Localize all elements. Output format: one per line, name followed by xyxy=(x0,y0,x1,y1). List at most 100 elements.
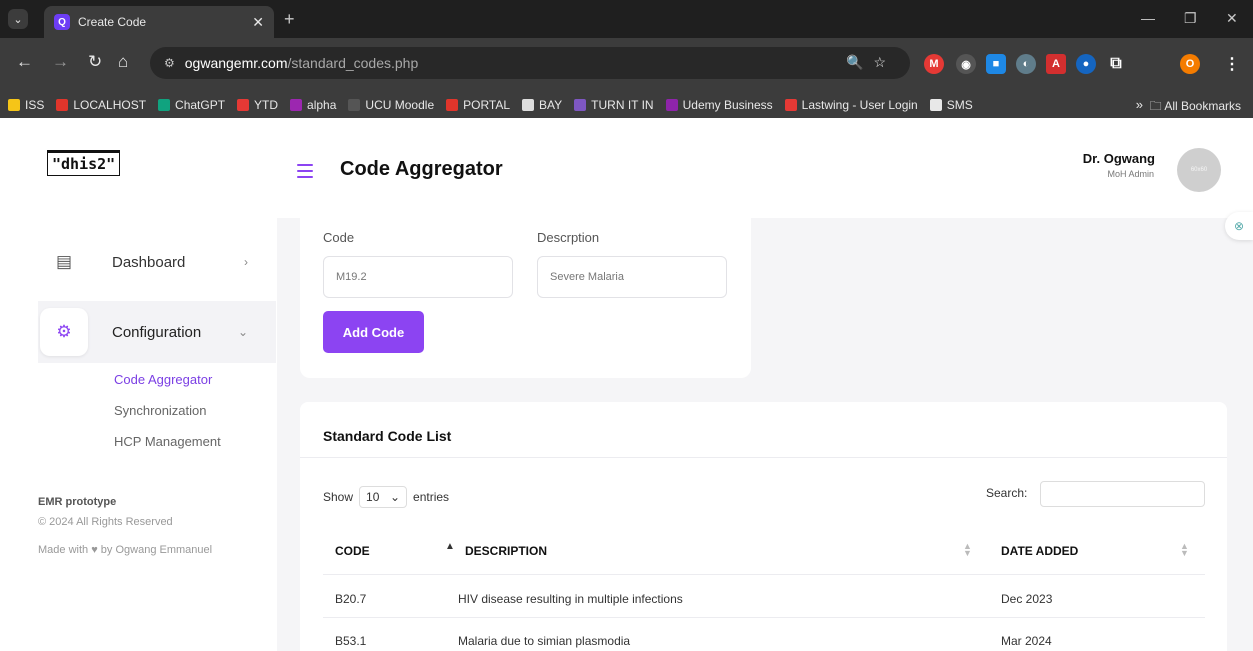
code-input[interactable]: M19.2 xyxy=(323,256,513,298)
atom-icon xyxy=(290,99,303,111)
bookmark-label: alpha xyxy=(307,98,337,112)
sidebar-item-dashboard[interactable]: ▤ Dashboard › xyxy=(38,231,276,293)
chevron-right-icon: › xyxy=(244,255,248,269)
bookmark-label: UCU Moodle xyxy=(365,98,435,112)
site-info-icon[interactable]: ⚙ xyxy=(164,56,175,70)
sort-asc-icon[interactable]: ▲ xyxy=(445,541,455,552)
download-icon xyxy=(237,99,250,111)
extension-icon-1[interactable]: M xyxy=(924,54,944,74)
sidebar-subitem-hcp-management[interactable]: HCP Management xyxy=(114,434,221,449)
extension-icon-2[interactable]: ◉ xyxy=(956,54,976,74)
all-bookmarks-button[interactable]: 🗀 All Bookmarks xyxy=(1150,97,1241,118)
extension-icon-4[interactable]: ◐ xyxy=(1016,54,1036,74)
bookmark-item[interactable]: LOCALHOST xyxy=(56,98,146,112)
bookmark-label: YTD xyxy=(254,98,279,112)
entries-value: 10 xyxy=(366,490,380,504)
reload-button[interactable]: ↻ xyxy=(88,52,102,72)
back-button[interactable]: ← xyxy=(16,52,33,72)
show-label: Show xyxy=(323,490,354,504)
all-bookmarks-label: All Bookmarks xyxy=(1164,99,1241,113)
site-favicon: Q xyxy=(54,14,70,30)
extension-icon-6[interactable]: ● xyxy=(1076,54,1096,74)
bookmark-item[interactable]: Udemy Business xyxy=(665,98,773,112)
chevron-down-icon: ⌄ xyxy=(237,325,248,339)
footer-copyright: © 2024 All Rights Reserved xyxy=(38,516,173,528)
browser-tab[interactable]: Q Create Code ✕ xyxy=(44,6,274,38)
row-divider xyxy=(323,574,1205,575)
sidebar-subitem-synchronization[interactable]: Synchronization xyxy=(114,403,207,418)
bookmark-item[interactable]: UCU Moodle xyxy=(348,98,434,112)
sidebar-item-configuration[interactable]: ⚙ Configuration ⌄ xyxy=(38,301,276,363)
close-window-button[interactable]: ✕ xyxy=(1226,10,1238,27)
zoom-and-bookmark-icons[interactable]: 🔍☆ xyxy=(846,54,896,71)
tab-close-icon[interactable]: ✕ xyxy=(252,14,264,31)
avatar[interactable]: 60x60 xyxy=(1177,148,1221,192)
bookmark-item[interactable]: BAY xyxy=(522,98,562,112)
floating-widget-icon[interactable]: ⊗ xyxy=(1225,212,1253,240)
add-code-form: Code Descrption M19.2 Severe Malaria Add… xyxy=(300,214,751,378)
footer-credits: Made with ♥ by Ogwang Emmanuel xyxy=(38,542,238,559)
column-header-date-added[interactable]: DATE ADDED xyxy=(1001,544,1078,558)
divider xyxy=(300,457,1227,458)
search-input[interactable] xyxy=(1040,481,1205,507)
browser-menu-icon[interactable]: ⋮ xyxy=(1222,54,1242,74)
column-header-code[interactable]: CODE xyxy=(335,544,370,558)
bookmark-item[interactable]: alpha xyxy=(290,98,336,112)
extension-icon-3[interactable]: ■ xyxy=(986,54,1006,74)
entries-length-control: Show 10 ⌄ entries xyxy=(323,486,449,508)
chevron-down-icon: ⌄ xyxy=(389,490,401,504)
bookmark-item[interactable]: Lastwing - User Login xyxy=(784,98,918,112)
sort-icon[interactable]: ▲ ▼ xyxy=(1180,542,1189,558)
browser-toolbar: ← → ↻ ⌂ ⚙ ogwangemr.com/standard_codes.p… xyxy=(0,38,1253,92)
page-title: Code Aggregator xyxy=(340,158,503,180)
cell-date: Mar 2024 xyxy=(1001,634,1052,648)
sidebar-subitem-code-aggregator[interactable]: Code Aggregator xyxy=(114,372,212,387)
bookmark-label: PORTAL xyxy=(463,98,511,112)
footer-made-suffix: by Ogwang Emmanuel xyxy=(100,544,213,556)
pdf-extension-icon[interactable]: A xyxy=(1046,54,1066,74)
sidebar: "dhis2" ▤ Dashboard › ⚙ Configuration ⌄ … xyxy=(0,118,277,651)
user-name[interactable]: Dr. Ogwang xyxy=(1083,151,1155,166)
bookmark-item[interactable]: YTD xyxy=(237,98,278,112)
bookmark-item[interactable]: ChatGPT xyxy=(158,98,225,112)
row-divider xyxy=(323,617,1205,618)
add-code-button[interactable]: Add Code xyxy=(323,311,424,353)
turnitin-icon xyxy=(574,99,587,111)
extensions-puzzle-icon[interactable]: ⧉ xyxy=(1106,54,1126,74)
page-header: Code Aggregator Dr. Ogwang MoH Admin 60x… xyxy=(277,118,1253,240)
minimize-button[interactable]: — xyxy=(1141,10,1155,26)
profile-avatar[interactable]: O xyxy=(1180,54,1200,74)
restore-button[interactable]: ❐ xyxy=(1184,10,1197,27)
standard-code-list: Standard Code List Show 10 ⌄ entries Sea… xyxy=(300,402,1227,651)
app-logo[interactable]: "dhis2" xyxy=(47,150,121,176)
sidebar-item-label: Configuration xyxy=(112,323,202,341)
bookmark-label: ISS xyxy=(25,98,45,112)
bookmark-item[interactable]: SMS xyxy=(929,98,973,112)
forward-button[interactable]: → xyxy=(52,52,69,72)
bookmark-label: Udemy Business xyxy=(682,98,773,112)
sort-icon[interactable]: ▲ ▼ xyxy=(963,542,972,558)
column-header-description[interactable]: DESCRIPTION xyxy=(465,544,547,558)
bookmark-label: TURN IT IN xyxy=(591,98,654,112)
cell-code: B20.7 xyxy=(335,592,367,606)
bookmark-item[interactable]: ISS xyxy=(8,98,44,112)
gear-icon: ⚙ xyxy=(40,308,88,356)
opera-icon xyxy=(446,99,459,111)
cell-description: Malaria due to simian plasmodia xyxy=(458,634,631,648)
menu-toggle-icon[interactable] xyxy=(297,164,313,182)
tab-search-button[interactable]: ⌄ xyxy=(8,9,28,29)
bookmark-label: ChatGPT xyxy=(175,98,226,112)
bookmark-label: BAY xyxy=(539,98,563,112)
entries-label: entries xyxy=(413,490,450,504)
bookmark-item[interactable]: PORTAL xyxy=(446,98,510,112)
dashboard-icon: ▤ xyxy=(55,252,73,271)
address-bar[interactable]: ⚙ ogwangemr.com/standard_codes.php 🔍☆ xyxy=(150,47,910,79)
bookmarks-overflow-button[interactable]: » xyxy=(1136,97,1143,112)
new-tab-button[interactable]: + xyxy=(284,10,295,28)
description-input[interactable]: Severe Malaria xyxy=(537,256,727,298)
code-label: Code xyxy=(323,230,355,245)
entries-select[interactable]: 10 ⌄ xyxy=(359,486,408,508)
sms-icon xyxy=(929,99,942,111)
home-button[interactable]: ⌂ xyxy=(118,52,128,72)
bookmark-item[interactable]: TURN IT IN xyxy=(574,98,654,112)
